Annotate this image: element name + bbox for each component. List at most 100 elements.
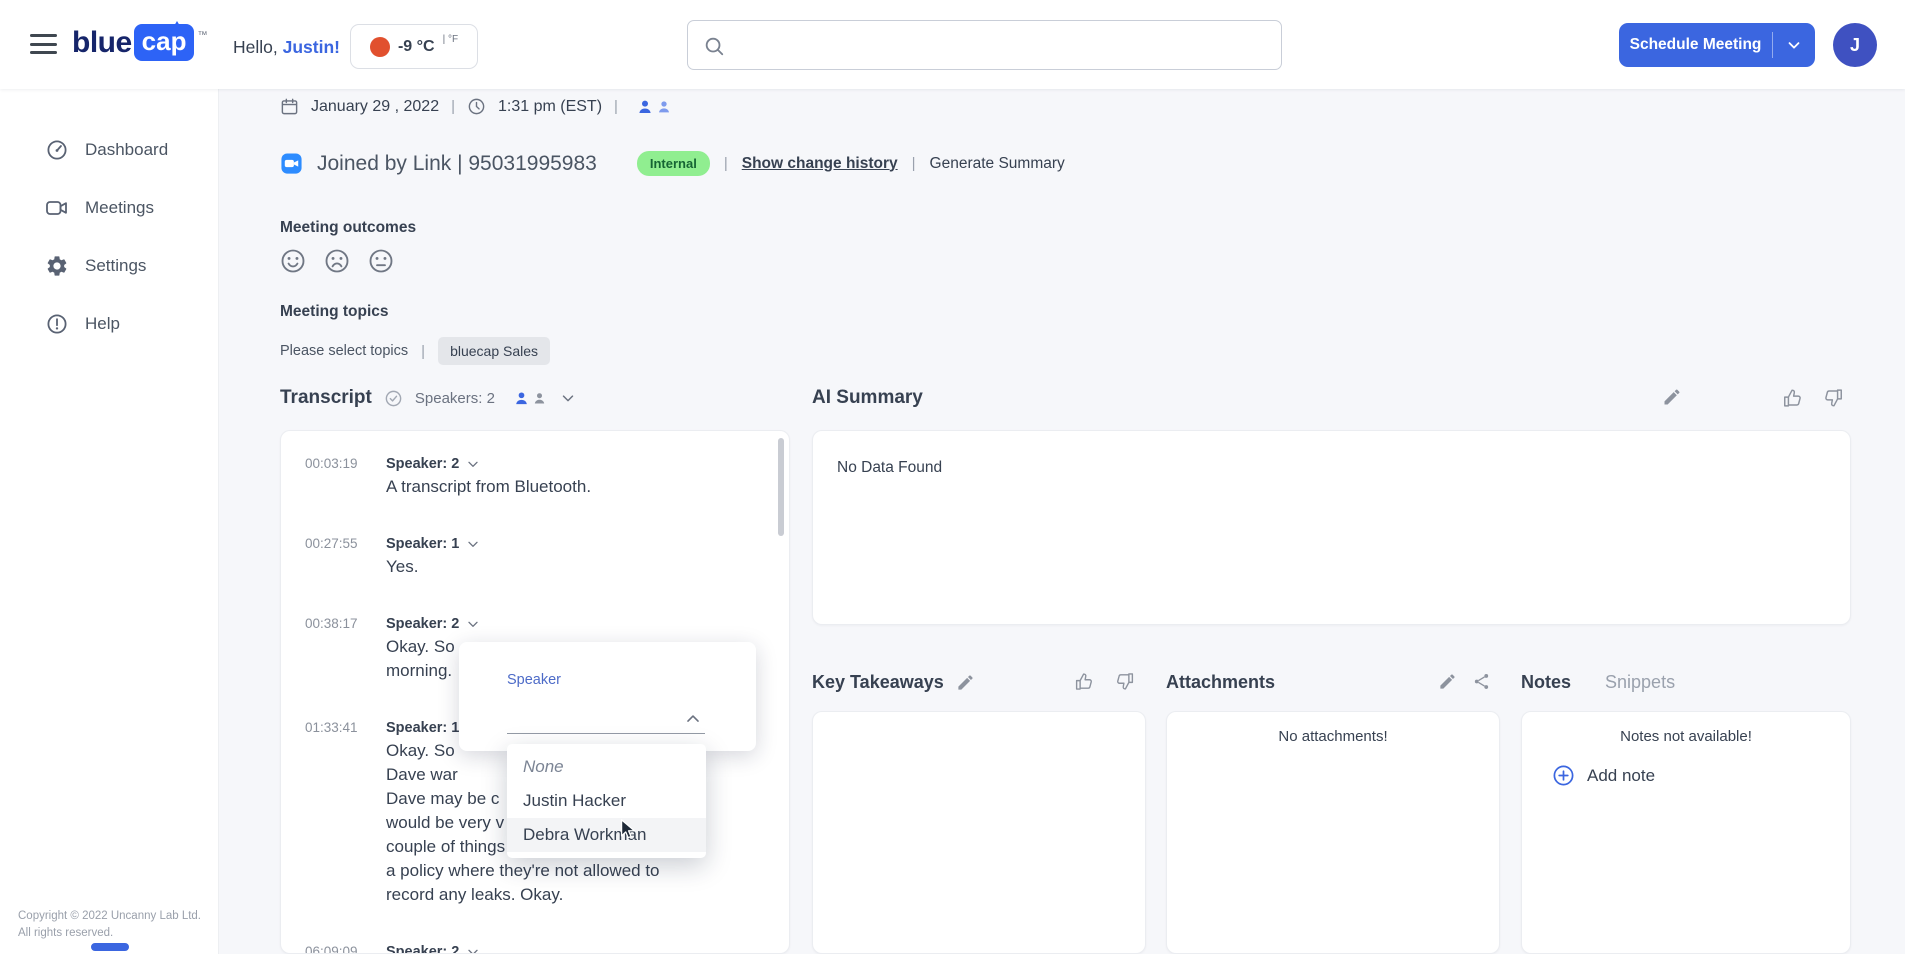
transcript-text: record any leaks. Okay. (386, 885, 564, 904)
internal-badge: Internal (636, 151, 710, 176)
gear-icon (47, 256, 67, 276)
tab-notes[interactable]: Notes (1521, 672, 1571, 693)
separator: | (451, 98, 455, 115)
greeting-name: Justin! (282, 37, 340, 57)
attachments-header: Attachments (1166, 669, 1500, 695)
dashboard-icon (47, 140, 67, 160)
meeting-title: Joined by Link | 95031995983 (317, 151, 597, 175)
avatar-initial: J (1849, 34, 1860, 55)
sidebar-item-meetings[interactable]: Meetings (0, 179, 218, 237)
logo-trademark: ™ (197, 30, 208, 41)
separator: | (421, 342, 426, 360)
edit-pencil-icon[interactable] (1662, 387, 1682, 407)
schedule-meeting-button[interactable]: Schedule Meeting (1619, 23, 1815, 67)
transcript-timestamp: 00:03:19 (305, 456, 358, 471)
user-avatar[interactable]: J (1833, 23, 1877, 67)
thumbs-down-icon[interactable] (1822, 387, 1844, 409)
thumbs-up-icon[interactable] (1782, 387, 1804, 409)
generate-summary-button[interactable]: Generate Summary (930, 155, 1065, 173)
edit-pencil-icon[interactable] (956, 673, 975, 692)
transcript-entry: 00:03:19 Speaker: 2 A transcript from Bl… (281, 453, 789, 499)
ai-summary-panel: No Data Found (812, 430, 1851, 625)
speaker-select-row[interactable]: Speaker: 2 (386, 941, 789, 954)
speaker-select-row[interactable]: Speaker: 2 (386, 453, 789, 475)
speaker-option-debra-workman[interactable]: Debra Workman (507, 818, 706, 852)
notes-empty-text: Notes not available! (1620, 728, 1752, 745)
speaker-field-label: Speaker (507, 672, 562, 688)
transcript-header: Transcript Speakers: 2 (280, 383, 790, 413)
sidebar-item-label: Settings (85, 256, 147, 275)
separator: | (723, 155, 728, 172)
transcript-scrollbar-thumb[interactable] (778, 438, 784, 536)
greeting-prefix: Hello, (233, 37, 278, 57)
logo-text-blue: blue (72, 25, 132, 59)
transcript-text: A transcript from Bluetooth. (386, 477, 592, 496)
bluecap-logo[interactable]: blue cap ™ (72, 21, 208, 61)
sidebar-item-label: Meetings (85, 198, 154, 217)
topic-chip[interactable]: bluecap Sales (438, 337, 551, 365)
transcript-text: a policy where they're not allowed to (386, 861, 660, 880)
smiley-face-icon[interactable] (279, 247, 307, 275)
weather-widget[interactable]: -9 °C | °F (350, 24, 478, 69)
speaker-label: Speaker: 2 (386, 944, 460, 954)
speaker-option-none[interactable]: None (507, 750, 706, 784)
speaker-assign-popup: Speaker (459, 642, 756, 751)
speaker-select[interactable] (507, 702, 705, 734)
thumbs-up-icon[interactable] (1074, 671, 1095, 692)
schedule-meeting-label: Schedule Meeting (1629, 36, 1762, 53)
speaker-select-row[interactable]: Speaker: 2 (386, 613, 789, 635)
transcript-timestamp: 06:09:09 (305, 944, 358, 954)
main-content: January 29 , 2022 | 1:31 pm (EST) | Join… (219, 89, 1905, 954)
speaker-options-menu: None Justin Hacker Debra Workman (507, 744, 706, 858)
ai-summary-empty-text: No Data Found (837, 459, 943, 476)
plus-circle-icon (1553, 765, 1574, 786)
chevron-up-icon[interactable] (683, 709, 703, 729)
meeting-title-row: Joined by Link | 95031995983 Internal | … (280, 151, 1065, 176)
meeting-outcomes-label: Meeting outcomes (280, 219, 417, 236)
transcript-timestamp: 00:27:55 (305, 536, 358, 551)
weather-alt-unit[interactable]: | °F (443, 34, 458, 45)
chevron-down-icon[interactable] (465, 536, 481, 552)
show-change-history-link[interactable]: Show change history (742, 155, 898, 173)
sidebar-item-help[interactable]: Help (0, 295, 218, 353)
key-takeaways-title: Key Takeaways (812, 671, 944, 692)
chevron-down-icon[interactable] (465, 456, 481, 472)
select-topics-control[interactable]: Please select topics (280, 343, 408, 359)
chevron-down-icon[interactable] (559, 389, 577, 407)
speaker-label: Speaker: 1 (386, 720, 460, 736)
copyright-line2: All rights reserved. (18, 926, 114, 939)
speaker-label: Speaker: 2 (386, 616, 460, 632)
sidebar-item-settings[interactable]: Settings (0, 237, 218, 295)
participants-icon[interactable] (636, 98, 672, 116)
sad-face-icon[interactable] (323, 247, 351, 275)
meeting-outcomes-row (279, 247, 395, 275)
ai-summary-title: AI Summary (812, 387, 923, 408)
key-takeaways-panel (812, 711, 1146, 954)
transcript-timestamp: 01:33:41 (305, 720, 358, 735)
add-note-button[interactable]: Add note (1552, 764, 1655, 787)
speaker-select-row[interactable]: Speaker: 1 (386, 533, 789, 555)
speaker-label: Speaker: 2 (386, 456, 460, 472)
chevron-down-icon[interactable] (1773, 36, 1815, 54)
meeting-time: 1:31 pm (EST) (498, 97, 603, 115)
chevron-down-icon[interactable] (465, 944, 481, 954)
transcript-entry: 00:27:55 Speaker: 1 Yes. (281, 533, 789, 579)
sidebar-item-label: Help (85, 314, 120, 333)
video-camera-icon (46, 201, 67, 215)
thumbs-down-icon[interactable] (1114, 671, 1135, 692)
meeting-topics-row: Please select topics | bluecap Sales (280, 337, 551, 365)
transcript-timestamp: 00:38:17 (305, 616, 358, 631)
speaker-option-justin-hacker[interactable]: Justin Hacker (507, 784, 706, 818)
hamburger-menu-icon[interactable] (30, 34, 57, 55)
share-icon[interactable] (1472, 672, 1491, 691)
meeting-topics-label: Meeting topics (280, 303, 389, 320)
speakers-count-label: Speakers: 2 (414, 389, 495, 407)
tab-snippets[interactable]: Snippets (1605, 672, 1675, 693)
left-sidebar: Dashboard Meetings Settings Help Copyrig… (0, 89, 219, 954)
neutral-face-icon[interactable] (367, 247, 395, 275)
search-input[interactable] (688, 21, 1281, 69)
sidebar-item-dashboard[interactable]: Dashboard (0, 121, 218, 179)
edit-pencil-icon[interactable] (1438, 672, 1457, 691)
horizontal-scrollbar-thumb[interactable] (91, 943, 129, 951)
chevron-down-icon[interactable] (465, 616, 481, 632)
